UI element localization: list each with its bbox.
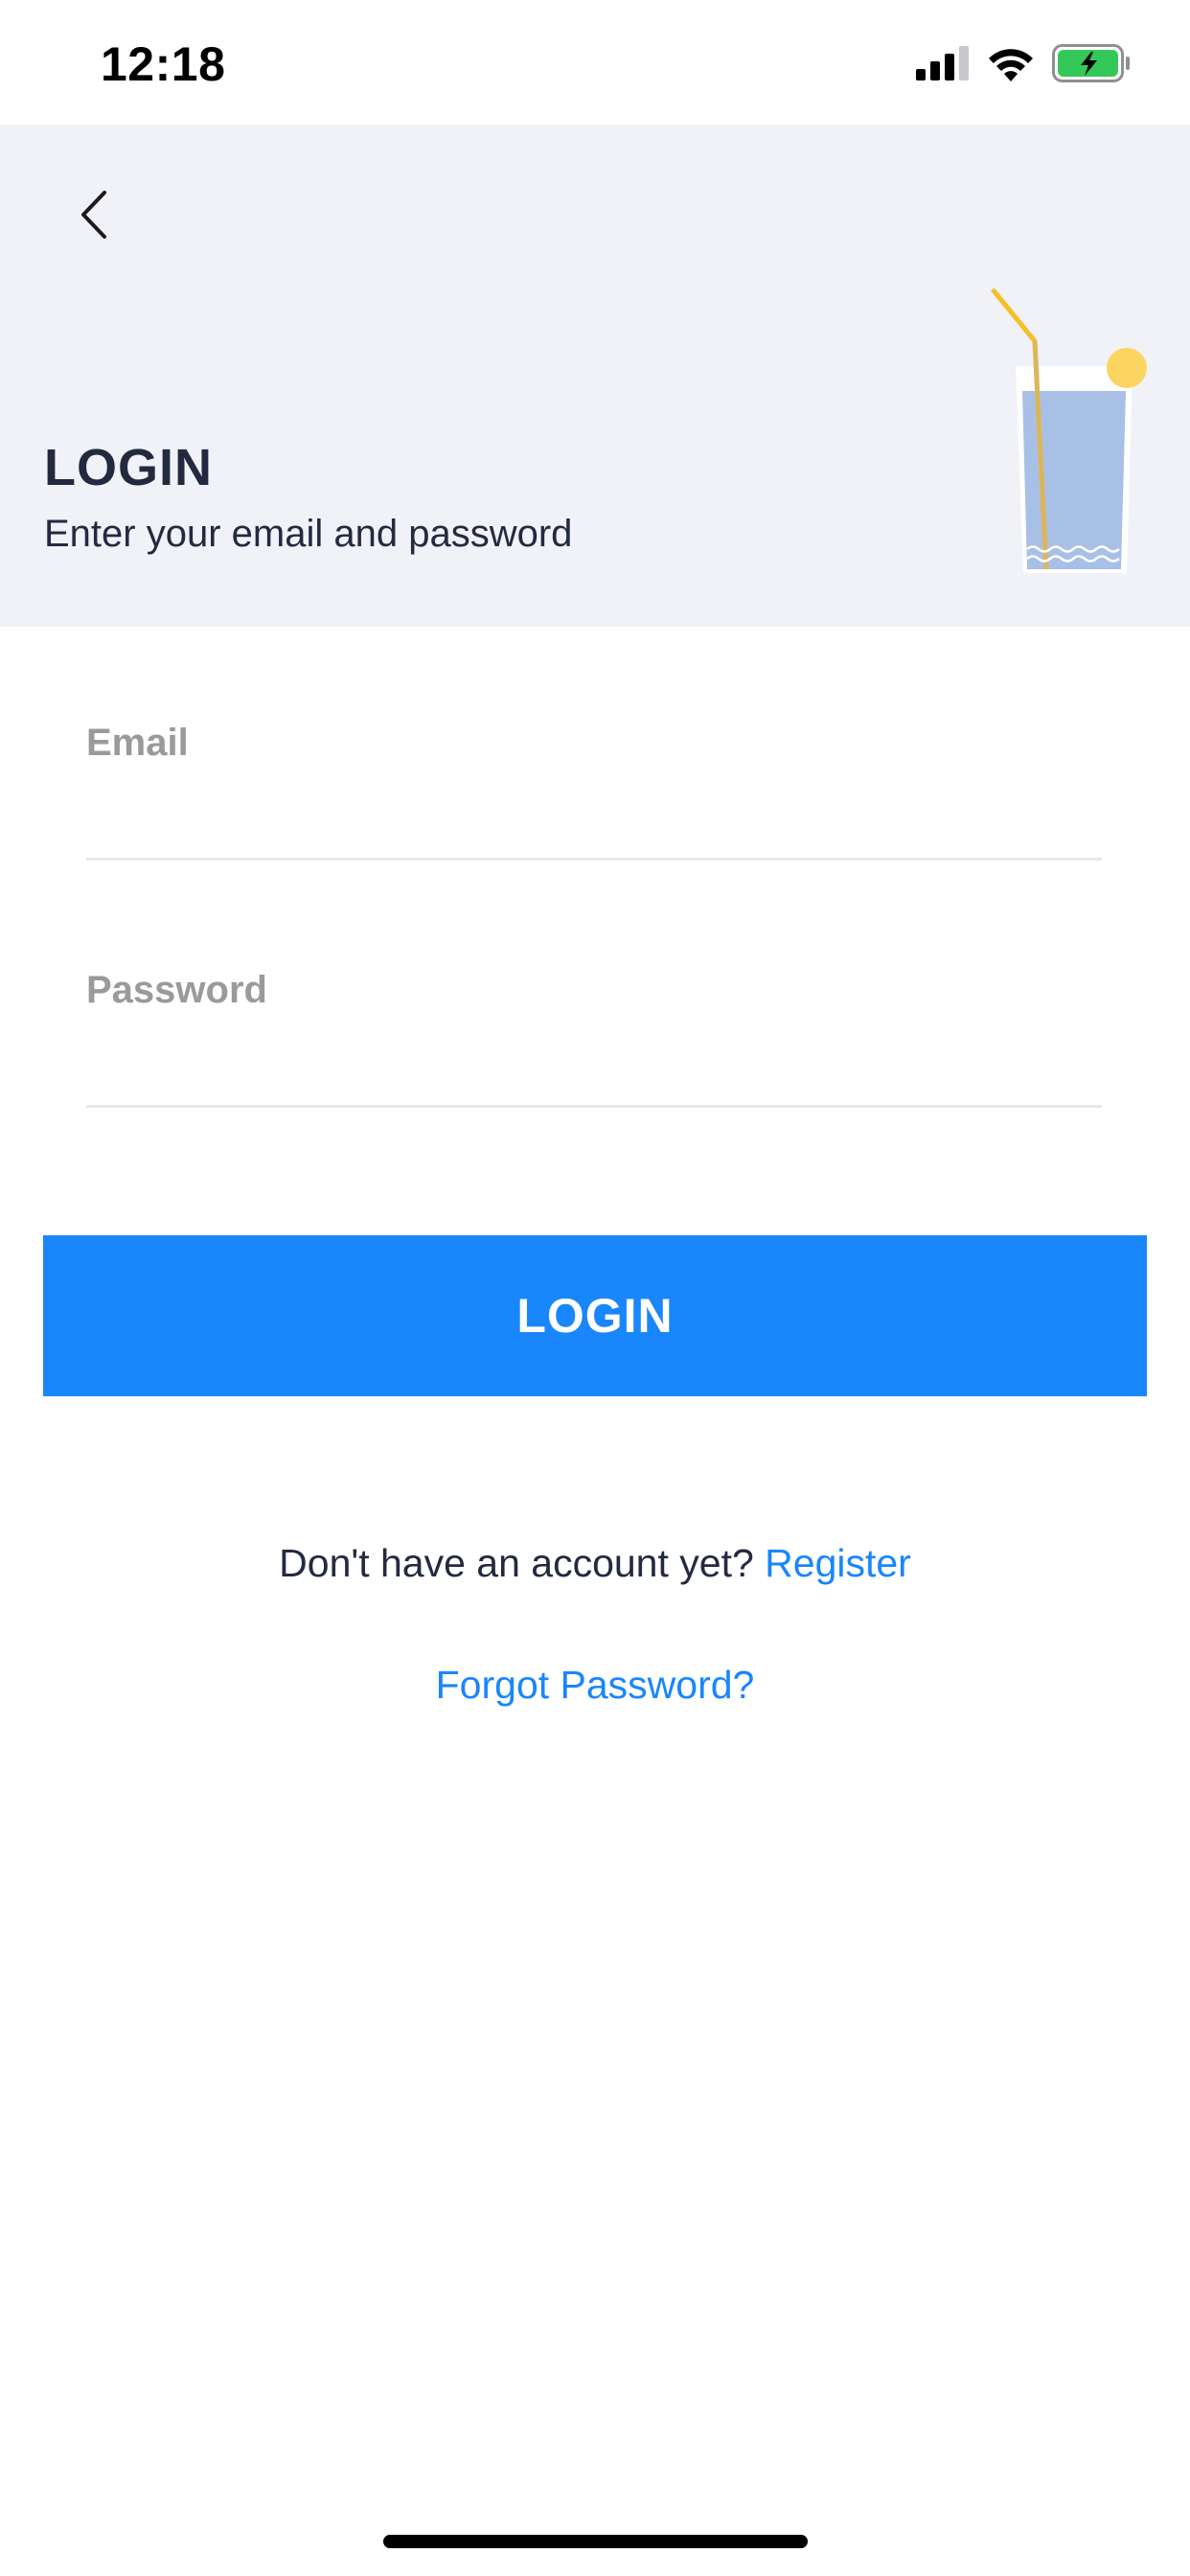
home-indicator [383, 2535, 808, 2548]
login-screen: 12:18 LOGIN Enter your email and passwor… [0, 0, 1190, 2576]
back-button[interactable] [63, 178, 125, 255]
chevron-left-icon [80, 190, 108, 244]
email-input[interactable] [86, 714, 1102, 771]
password-input[interactable] [86, 961, 1102, 1019]
page-subtitle: Enter your email and password [44, 513, 573, 555]
password-field [86, 961, 1102, 1108]
register-prompt-line: Don't have an account yet? Register [0, 1541, 1190, 1586]
status-bar: 12:18 [0, 0, 1190, 125]
register-link[interactable]: Register [765, 1541, 911, 1585]
login-button[interactable]: LOGIN [43, 1235, 1147, 1396]
status-time: 12:18 [101, 37, 226, 91]
email-field [86, 714, 1102, 861]
forgot-password-link[interactable]: Forgot Password? [0, 1663, 1190, 1708]
register-prompt-text: Don't have an account yet? [279, 1541, 766, 1585]
cellular-signal-icon [916, 45, 970, 85]
status-icons [916, 43, 1131, 87]
page-title: LOGIN [44, 439, 213, 496]
drink-glass-icon [987, 286, 1159, 573]
wifi-icon [987, 45, 1035, 86]
battery-charging-icon [1052, 43, 1131, 87]
header-panel: LOGIN Enter your email and password [0, 125, 1190, 627]
